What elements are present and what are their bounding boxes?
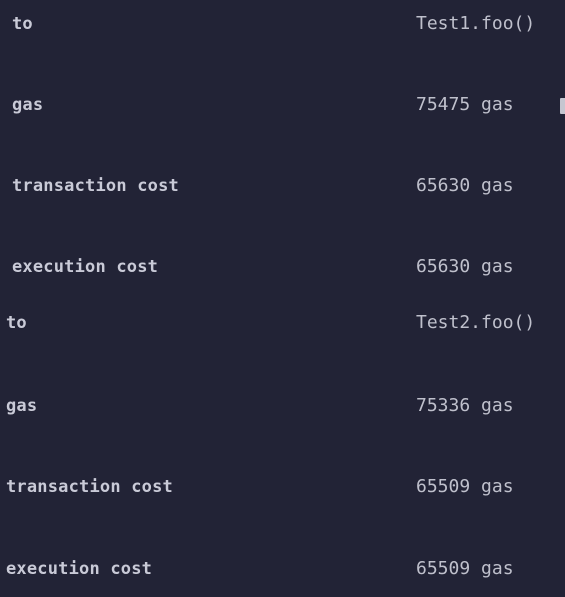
row-value: 65509 gas (416, 558, 514, 579)
row-gas: gas 75336 gas (0, 386, 565, 426)
row-value: 65630 gas (416, 256, 514, 277)
row-value: 65509 gas (416, 476, 514, 497)
row-key: transaction cost (12, 176, 179, 196)
row-execution-cost: execution cost 65509 gas (0, 549, 565, 589)
row-key: gas (6, 396, 38, 416)
row-key: execution cost (6, 559, 153, 579)
row-key: to (12, 14, 33, 34)
transaction-details-panel-1: to Test1.foo() gas 75475 gas transaction… (0, 0, 565, 298)
row-transaction-cost: transaction cost 65630 gas (0, 166, 565, 206)
row-value: 75475 gas (416, 94, 514, 115)
row-execution-cost: execution cost 65630 gas (0, 247, 565, 287)
row-key: execution cost (12, 257, 159, 277)
row-key: transaction cost (6, 477, 173, 497)
row-value: 75336 gas (416, 395, 514, 416)
row-key: gas (12, 95, 44, 115)
row-to: to Test1.foo() (0, 4, 565, 44)
row-key: to (6, 313, 27, 333)
row-gas: gas 75475 gas (0, 85, 565, 125)
row-to: to Test2.foo() (0, 303, 565, 343)
transaction-details-panel-2: to Test2.foo() gas 75336 gas transaction… (0, 298, 565, 597)
row-value: Test1.foo() (416, 13, 536, 34)
row-transaction-cost: transaction cost 65509 gas (0, 467, 565, 507)
row-value: 65630 gas (416, 175, 514, 196)
copy-icon[interactable] (560, 98, 565, 114)
row-value: Test2.foo() (416, 312, 536, 333)
